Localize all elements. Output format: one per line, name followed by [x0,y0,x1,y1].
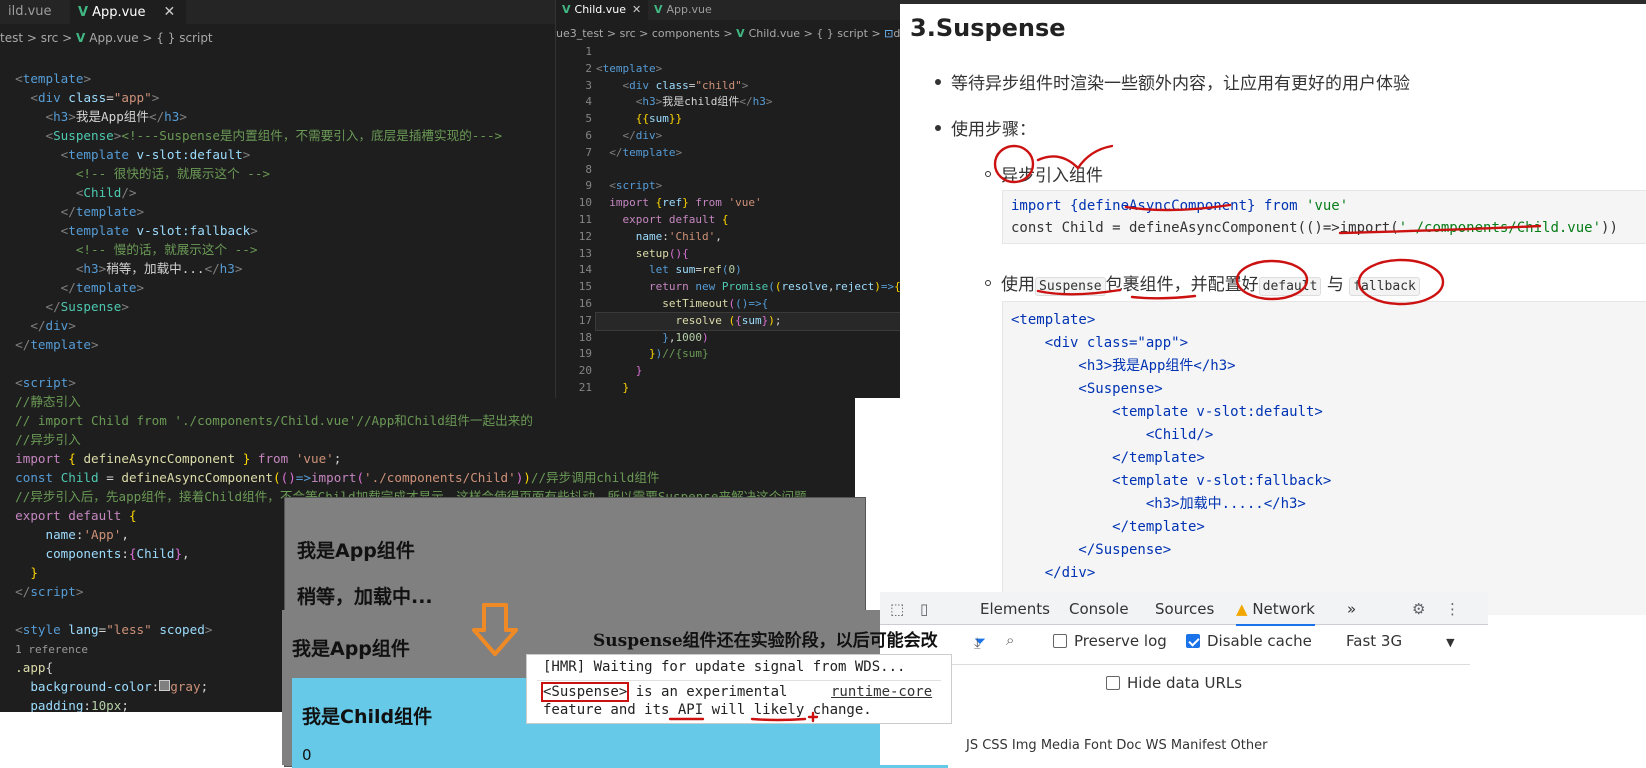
throttle-select[interactable]: Fast 3G ▼ [1346,632,1455,650]
breadcrumb-item[interactable]: components [652,27,720,40]
devtools-panel: ⬚ ▯ Elements Console Sources ▲ Network »… [880,592,1488,765]
close-icon[interactable]: ✕ [164,4,176,20]
code-line: const Child = defineAsyncComponent(()=>i… [15,470,660,485]
line-number: 16 [578,296,592,310]
breadcrumb-item[interactable]: ue3_test [556,27,603,40]
checkbox-label: Hide data URLs [1127,674,1243,692]
close-icon[interactable]: ✕ [632,3,641,16]
breadcrumb-item[interactable]: { } script [816,27,868,40]
inspect-icon[interactable]: ⬚ [890,600,904,618]
devtools-tab-bar: ⬚ ▯ Elements Console Sources ▲ Network »… [880,592,1488,626]
line-number: 18 [578,330,592,344]
tab-app-vue[interactable]: V App.vue ✕ [70,0,186,24]
line-number: 4 [585,95,592,109]
tab-label: App.vue [92,5,146,20]
sum-value: 0 [302,746,312,764]
line-number: 15 [578,280,592,294]
line-number: 3 [585,78,592,92]
down-arrow-icon [472,603,518,656]
disable-cache-checkbox[interactable]: Disable cache [1186,632,1312,650]
loading-heading: 稍等，加载中... [297,586,433,608]
app-heading: 我是App组件 [297,540,415,562]
red-underlines [668,711,819,723]
app-heading: 我是App组件 [292,638,410,660]
code-line: import { defineAsyncComponent } from 'vu… [15,451,342,466]
line-number: 12 [578,229,592,243]
tab-label: ild.vue [8,4,52,19]
code-line: //异步引入 [15,432,81,447]
breadcrumb: ue3_test > src > components > V Child.vue… [556,26,901,42]
divider [900,664,1470,665]
line-number-gutter: 1 2 3 4 5 6 7 8 9 10 11 12 13 14 15 16 17 18 19 20 21 [556,44,592,397]
breadcrumb-item[interactable]: src [41,31,59,45]
checkbox-icon [1106,676,1120,690]
line-number: 9 [585,179,592,193]
tab-console[interactable]: Console [1069,600,1129,618]
breadcrumb-item[interactable]: { } script [156,31,212,45]
vue-file-icon: V [562,3,571,16]
checkbox-label: Preserve log [1074,632,1167,650]
red-annotations [993,144,1542,306]
line-number: 20 [578,364,592,378]
child-vue-editor[interactable]: V Child.vue ✕ V App.vue ue3_test > src > co… [555,0,901,398]
line-number: 5 [585,112,592,126]
breadcrumb-item[interactable]: Child.vue [749,27,801,40]
suspense-doc-panel: 3.Suspense 等待异步组件时渲染一些额外内容，让应用有更好的用户体验 使… [900,0,1646,615]
gear-icon[interactable]: ⚙ [1412,600,1425,618]
checkbox-icon [1186,634,1200,648]
checkbox-label: Disable cache [1207,632,1312,650]
resource-type-filters[interactable]: JS CSS Img Media Font Doc WS Manifest Ot… [966,738,1267,753]
cube-icon: ⊡ [884,27,894,40]
search-icon[interactable]: ⌕ [1006,631,1014,649]
line-number: 8 [585,162,592,176]
line-number: 2 [585,61,592,75]
line-number: 13 [578,246,592,260]
kebab-menu-icon[interactable]: ⋮ [1445,600,1460,618]
line-number: 17 [578,313,592,327]
line-number: 1 [585,45,592,58]
tab-child-vue[interactable]: ild.vue [0,0,70,24]
experimental-notice: Suspense组件还在实验阶段，以后可能会改 [593,631,938,651]
console-messages: [HMR] Waiting for update signal from WDS… [526,654,952,724]
breadcrumb: test > src > V App.vue > { } script [0,31,213,45]
breadcrumb-item[interactable]: App.vue [89,31,138,45]
code-area[interactable]: <template> <div class="child"> <h3>我是chi… [595,44,901,398]
vue-file-icon: V [654,3,663,16]
dropdown-icon: ▼ [1446,636,1455,649]
preserve-log-checkbox[interactable]: Preserve log [1053,632,1167,650]
vue-file-icon: V [736,27,745,40]
editor-tab-bar: V Child.vue ✕ V App.vue [556,0,901,20]
warning-icon: ▲ [1236,600,1248,618]
network-toolbar: ⏷ ⌕ Preserve log Disable cache Fast 3G ▼ [880,626,1488,662]
breadcrumb-item[interactable]: src [620,27,636,40]
tab-label: App.vue [666,3,712,16]
tab-elements[interactable]: Elements [980,600,1050,618]
line-number: 6 [585,128,592,142]
line-number: 14 [578,263,592,277]
child-heading: 我是Child组件 [302,706,433,728]
select-value: Fast 3G [1346,632,1403,650]
tab-child-vue[interactable]: V Child.vue ✕ [556,0,648,20]
tab-sources[interactable]: Sources [1155,600,1214,618]
vue-file-icon: V [78,5,89,20]
vue-file-icon: V [75,31,86,45]
tab-label: Child.vue [574,3,627,16]
code-line: // import Child from './components/Child… [15,413,533,428]
device-toggle-icon[interactable]: ▯ [920,600,928,618]
tab-label: Network [1252,600,1315,618]
line-number: 21 [578,380,592,394]
line-number: 7 [585,145,592,159]
line-number: 11 [578,212,592,226]
tab-app-vue[interactable]: V App.vue [648,0,740,20]
more-tabs-icon[interactable]: » [1347,600,1356,618]
tab-network[interactable]: ▲ Network [1236,600,1315,626]
line-number: 10 [578,196,592,210]
hide-data-urls-checkbox[interactable]: Hide data URLs [1106,674,1242,692]
download-icon[interactable]: ⤓ [974,634,981,652]
checkbox-icon [1053,634,1067,648]
line-number: 19 [578,347,592,361]
breadcrumb-item[interactable]: test [0,31,23,45]
